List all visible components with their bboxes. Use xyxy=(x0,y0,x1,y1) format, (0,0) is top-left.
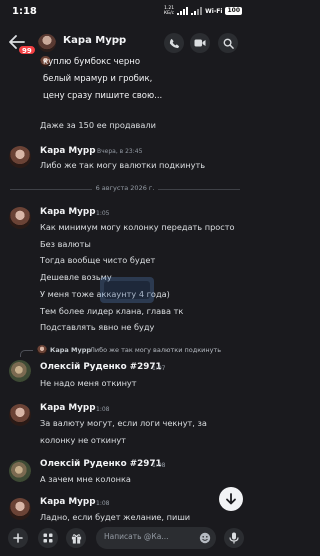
message-author[interactable]: Олексій Руденко #2971 xyxy=(40,362,162,372)
call-button[interactable] xyxy=(164,33,184,53)
wifi-icon: Wi-Fi xyxy=(205,7,223,15)
message-line: белый мрамур и гробик, xyxy=(43,74,153,84)
message-line: Даже за 150 ее продавали xyxy=(40,120,156,130)
message-composer: Написать @Ка... xyxy=(0,522,250,556)
status-time: 1:18 xyxy=(12,5,37,17)
message-timestamp: Вчера, в 23:45 xyxy=(97,148,143,155)
arrow-down-icon xyxy=(226,493,236,505)
avatar[interactable] xyxy=(9,360,31,382)
signal-icon-secondary xyxy=(191,7,203,15)
dm-screen: 1:18 1.21 КБ/с Wi-Fi 100 99 Кара Мурр › xyxy=(0,0,250,556)
reply-author[interactable]: Кара Мурр xyxy=(50,346,91,354)
avatar[interactable] xyxy=(9,498,31,520)
message-line: Ладно, если будет желание, пиши xyxy=(40,512,191,522)
avatar[interactable] xyxy=(9,460,31,482)
status-indicators: 1.21 КБ/с Wi-Fi 100 xyxy=(164,6,242,16)
avatar[interactable] xyxy=(9,207,31,229)
message-input-placeholder: Написать @Ка... xyxy=(104,532,169,541)
emoji-icon[interactable] xyxy=(199,532,211,544)
message-author[interactable]: Кара Мурр xyxy=(40,146,96,156)
avatar[interactable] xyxy=(9,146,31,168)
message-line: колонку не откинут xyxy=(40,435,126,445)
network-speed: 1.21 КБ/с xyxy=(163,6,175,16)
message-timestamp: 1:08 xyxy=(96,406,110,413)
add-attachment-button[interactable] xyxy=(8,528,28,548)
video-camera-icon xyxy=(194,39,206,47)
watermark-logo-icon xyxy=(100,277,154,303)
microphone-icon xyxy=(229,532,239,544)
phone-icon xyxy=(169,38,179,48)
battery-icon: 100 xyxy=(225,7,242,15)
apps-grid-icon xyxy=(43,533,53,543)
search-icon xyxy=(223,38,234,49)
status-bar: 1:18 1.21 КБ/с Wi-Fi 100 xyxy=(0,0,250,22)
reply-connector xyxy=(20,350,33,357)
reply-preview[interactable]: Либо же так могу валютки подкинуть xyxy=(90,346,221,354)
gift-icon xyxy=(71,533,81,544)
signal-icon xyxy=(177,7,189,15)
message-timestamp: 1:05 xyxy=(96,210,110,217)
message-line: Подставлять явно не буду xyxy=(40,322,155,332)
message-line: цену сразу пишите свою... xyxy=(43,91,163,101)
plus-icon xyxy=(13,533,23,543)
date-divider: 6 августа 2026 г. xyxy=(10,184,240,194)
chevron-right-icon[interactable]: › xyxy=(117,35,120,44)
message-line: А зачем мне колонка xyxy=(40,474,131,484)
voice-message-button[interactable] xyxy=(224,528,244,548)
message-timestamp: 1:07 xyxy=(152,365,166,372)
message-timestamp: 1:08 xyxy=(96,500,110,507)
message-input[interactable]: Написать @Ка... xyxy=(96,527,216,549)
scroll-to-bottom-button[interactable] xyxy=(219,487,243,511)
message-line: Не надо меня откинут xyxy=(40,378,137,388)
video-call-button[interactable] xyxy=(190,33,210,53)
apps-button[interactable] xyxy=(38,528,58,548)
search-button[interactable] xyxy=(218,33,238,53)
message-author[interactable]: Олексій Руденко #2971 xyxy=(40,459,162,469)
avatar[interactable] xyxy=(38,34,56,52)
gift-button[interactable] xyxy=(66,528,86,548)
message-author[interactable]: Кара Мурр xyxy=(40,207,96,217)
message-author[interactable]: Кара Мурр xyxy=(40,403,96,413)
date-divider-label: 6 августа 2026 г. xyxy=(91,184,159,192)
message-author[interactable]: Кара Мурр xyxy=(40,497,96,507)
message-line: куплю бумбокс черно xyxy=(43,57,141,67)
message-line: Тем более лидер клана, глава тк xyxy=(40,306,184,316)
message-line: Тогда вообще чисто будет xyxy=(40,255,156,265)
message-timestamp: 1:08 xyxy=(152,462,166,469)
avatar[interactable] xyxy=(9,404,31,426)
message-line: Как минимум могу колонку передать просто xyxy=(40,222,235,232)
message-list[interactable]: куплю бумбокс черно белый мрамур и гроби… xyxy=(0,54,250,522)
message-line: Без валюты xyxy=(40,239,91,249)
reply-avatar xyxy=(37,345,47,355)
message-line: За валюту могут, если логи чекнут, за xyxy=(40,418,207,428)
message-line: Либо же так могу валютки подкинуть xyxy=(40,160,206,170)
